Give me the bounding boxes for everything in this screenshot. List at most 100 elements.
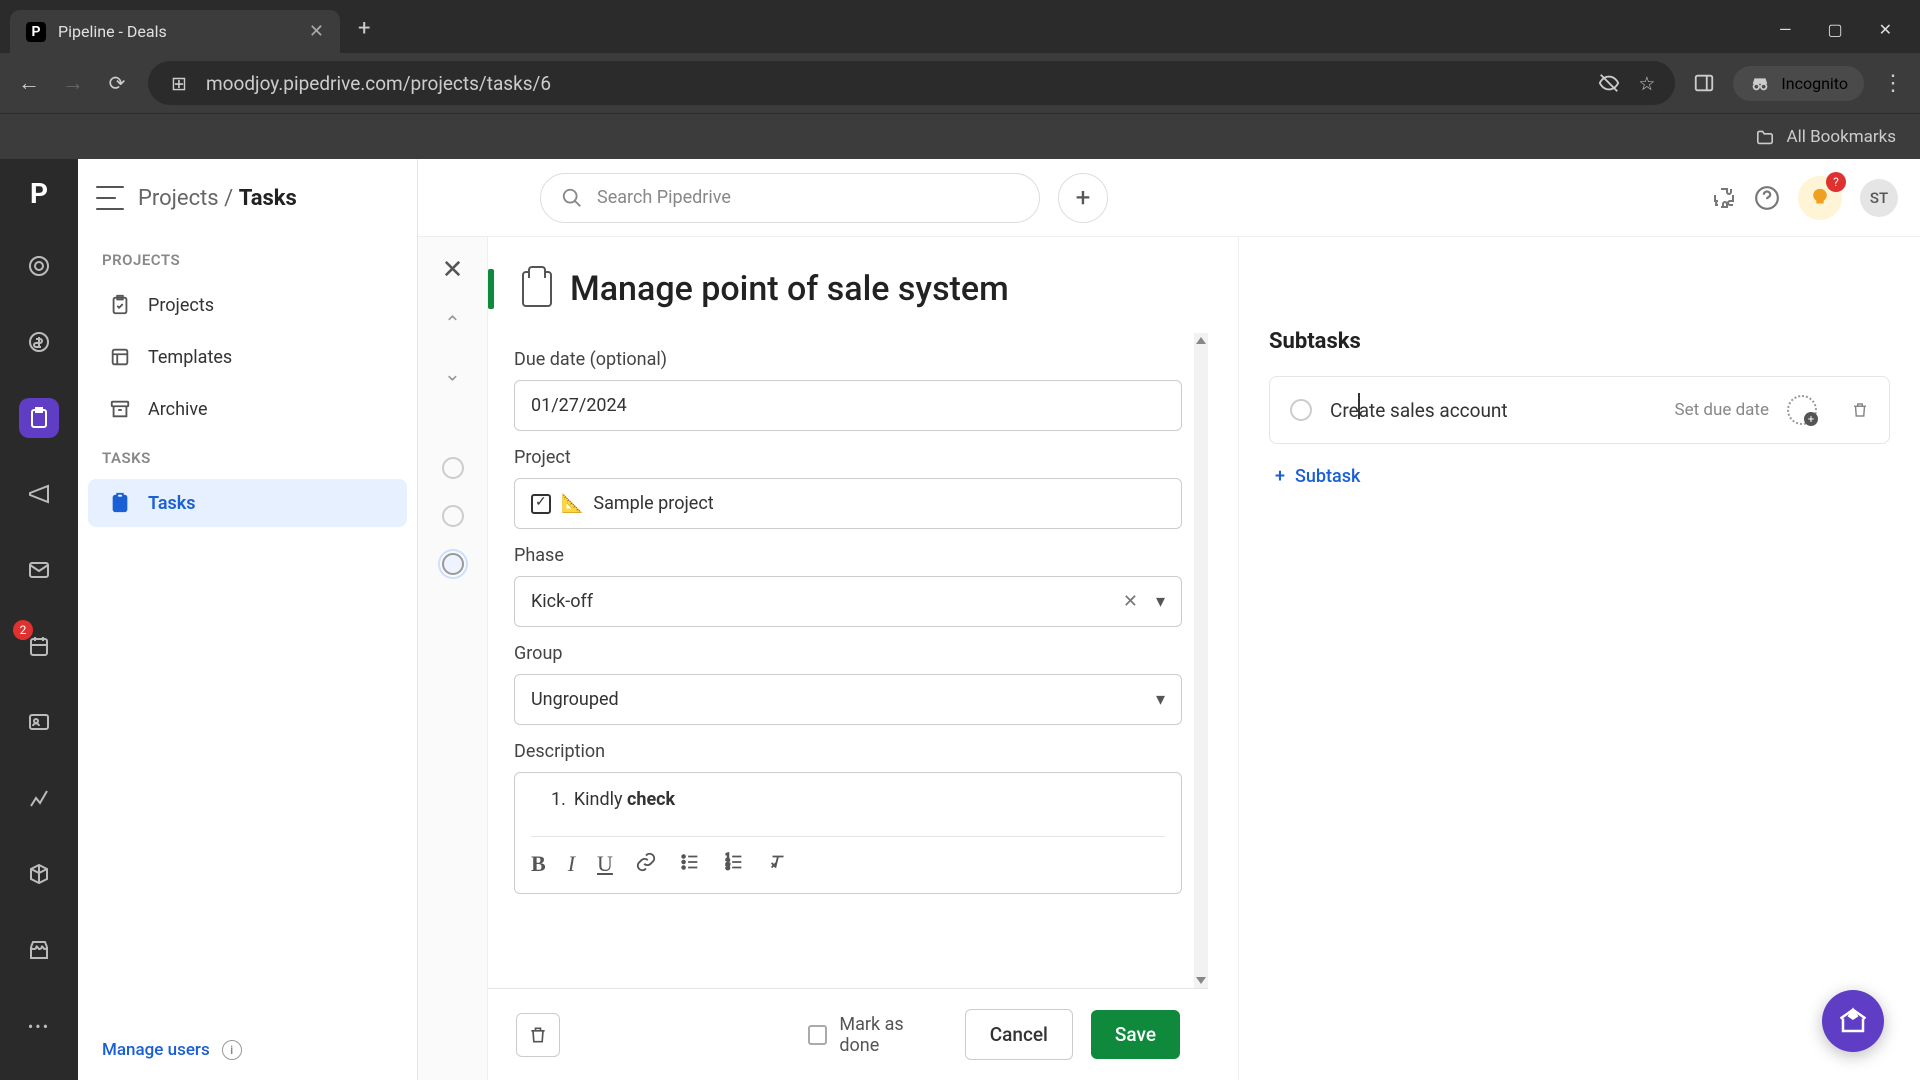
italic-icon[interactable]: I — [568, 851, 575, 877]
group-label: Group — [514, 643, 1182, 664]
scroll-down-icon[interactable] — [1196, 977, 1206, 984]
rail-deals-icon[interactable] — [19, 322, 59, 362]
archive-icon — [108, 397, 132, 421]
add-subtask-button[interactable]: + Subtask — [1269, 466, 1890, 487]
description-editor[interactable]: 1.Kindly check B I U 123 — [514, 772, 1182, 894]
task-row-radio[interactable] — [442, 457, 464, 479]
side-panel-icon[interactable] — [1693, 72, 1715, 94]
maximize-icon[interactable]: ▢ — [1827, 20, 1842, 39]
sidebar-item-templates[interactable]: Templates — [88, 333, 407, 381]
subtask-item[interactable]: Create sales account Set due date — [1269, 376, 1890, 444]
chevron-down-icon[interactable]: ⌃ — [444, 361, 461, 385]
tasks-icon — [108, 491, 132, 515]
bold-icon[interactable]: B — [531, 851, 546, 877]
all-bookmarks-link[interactable]: All Bookmarks — [1787, 127, 1896, 147]
save-button[interactable]: Save — [1091, 1010, 1180, 1059]
task-row-radio[interactable] — [442, 505, 464, 527]
search-placeholder: Search Pipedrive — [597, 187, 731, 208]
underline-icon[interactable]: U — [597, 851, 613, 877]
breadcrumb-root[interactable]: Projects — [138, 186, 219, 211]
flag-icon: 📐 — [561, 493, 583, 514]
sidebar-item-projects[interactable]: Projects — [88, 281, 407, 329]
rail-mail-icon[interactable] — [19, 550, 59, 590]
due-date-label: Due date (optional) — [514, 349, 1182, 370]
search-input[interactable]: Search Pipedrive — [540, 173, 1040, 223]
due-date-input[interactable]: 01/27/2024 — [514, 380, 1182, 431]
favicon: P — [26, 22, 46, 42]
mark-done-checkbox[interactable]: Mark as done — [808, 1014, 947, 1056]
subtask-text[interactable]: Create sales account — [1330, 399, 1657, 422]
extension-icon[interactable] — [1712, 186, 1736, 210]
subtasks-panel: Subtasks Create sales account Set due da… — [1238, 237, 1920, 1080]
reload-button[interactable]: ⟳ — [104, 71, 130, 95]
sidebar-item-archive[interactable]: Archive — [88, 385, 407, 433]
tips-button[interactable]: ? — [1798, 176, 1842, 220]
folder-icon — [1755, 129, 1775, 145]
sidebar: Projects / Tasks PROJECTS Projects Templ… — [78, 159, 418, 1080]
close-tab-icon[interactable]: ✕ — [309, 21, 324, 42]
browser-menu-icon[interactable]: ⋮ — [1882, 71, 1904, 96]
scrollbar[interactable] — [1194, 333, 1208, 988]
back-button[interactable]: ← — [16, 70, 42, 96]
tips-badge: ? — [1826, 172, 1846, 192]
delete-button[interactable] — [516, 1013, 560, 1057]
scroll-up-icon[interactable] — [1196, 337, 1206, 344]
rail-target-icon[interactable] — [19, 246, 59, 286]
close-window-icon[interactable]: ✕ — [1879, 20, 1892, 39]
set-due-date-link[interactable]: Set due date — [1675, 400, 1770, 420]
avatar[interactable]: ST — [1860, 179, 1898, 217]
browser-tab[interactable]: P Pipeline - Deals ✕ — [10, 10, 340, 53]
eye-off-icon[interactable] — [1598, 72, 1620, 94]
logo[interactable]: P — [30, 177, 48, 210]
rail-marketplace-icon[interactable] — [19, 930, 59, 970]
clipboard-icon — [108, 293, 132, 317]
rail-contacts-icon[interactable] — [19, 702, 59, 742]
phase-label: Phase — [514, 545, 1182, 566]
site-settings-icon[interactable]: ⊞ — [168, 72, 190, 95]
star-icon[interactable]: ☆ — [1638, 72, 1655, 95]
chevron-down-icon[interactable]: ▾ — [1156, 591, 1165, 612]
svg-text:3: 3 — [726, 862, 730, 871]
form-footer: Mark as done Cancel Save — [488, 988, 1208, 1080]
manage-users-link[interactable]: Manage users i — [78, 1020, 417, 1080]
numbered-list-icon[interactable]: 123 — [723, 851, 745, 877]
rail-campaigns-icon[interactable] — [19, 474, 59, 514]
rail-more-icon[interactable]: ••• — [19, 1006, 59, 1046]
bullet-list-icon[interactable] — [679, 851, 701, 877]
new-tab-button[interactable]: + — [358, 16, 370, 41]
incognito-badge[interactable]: Incognito — [1733, 66, 1864, 101]
project-select[interactable]: 📐 Sample project — [514, 478, 1182, 529]
assign-user-icon[interactable] — [1787, 395, 1817, 425]
rail-activities-icon[interactable]: 2 — [19, 626, 59, 666]
info-icon[interactable]: i — [222, 1040, 242, 1060]
chevron-up-icon[interactable]: ⌃ — [444, 311, 461, 335]
chevron-down-icon[interactable]: ▾ — [1156, 689, 1165, 710]
link-icon[interactable] — [635, 851, 657, 877]
task-title[interactable]: Manage point of sale system — [570, 269, 1009, 309]
section-tasks: TASKS — [78, 435, 417, 477]
rail-projects-icon[interactable] — [19, 398, 59, 438]
incognito-label: Incognito — [1781, 74, 1848, 93]
task-row-radio[interactable] — [442, 553, 464, 575]
sidebar-item-tasks[interactable]: Tasks — [88, 479, 407, 527]
rail-products-icon[interactable] — [19, 854, 59, 894]
tab-title: Pipeline - Deals — [58, 22, 167, 41]
subtask-checkbox[interactable] — [1290, 399, 1312, 421]
help-fab[interactable] — [1822, 990, 1884, 1052]
collapse-sidebar-icon[interactable] — [96, 186, 124, 210]
forward-button: → — [60, 70, 86, 96]
cancel-button[interactable]: Cancel — [965, 1009, 1073, 1060]
help-icon[interactable] — [1754, 185, 1780, 211]
add-button[interactable]: + — [1058, 173, 1108, 223]
rail-insights-icon[interactable] — [19, 778, 59, 818]
rail-badge: 2 — [13, 620, 33, 640]
group-select[interactable]: Ungrouped ▾ — [514, 674, 1182, 725]
clear-format-icon[interactable] — [767, 851, 789, 877]
minimize-icon[interactable]: — — [1779, 20, 1792, 39]
phase-select[interactable]: Kick-off ✕ ▾ — [514, 576, 1182, 627]
checkbox-icon — [808, 1025, 828, 1045]
close-icon[interactable]: ✕ — [442, 255, 464, 285]
address-bar[interactable]: ⊞ moodjoy.pipedrive.com/projects/tasks/6… — [148, 61, 1675, 105]
delete-subtask-icon[interactable] — [1851, 401, 1869, 419]
clear-icon[interactable]: ✕ — [1123, 591, 1138, 612]
